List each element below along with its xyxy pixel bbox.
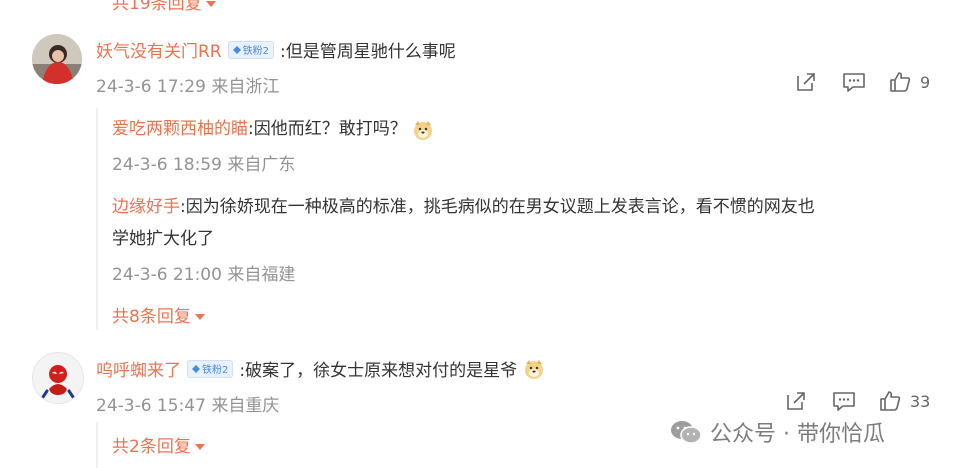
- share-icon: [797, 73, 815, 91]
- reply-time: 24-3-6 18:59: [112, 155, 222, 175]
- share-icon: [787, 392, 805, 410]
- reply-location: 来自福建: [227, 265, 296, 285]
- reply-meta: 24-3-6 18:59 来自广东: [112, 150, 295, 175]
- reply-location: 来自广东: [227, 155, 296, 175]
- comment-location: 来自浙江: [211, 77, 280, 97]
- diamond-icon: [232, 45, 241, 54]
- reply-list: 爱吃两颗西柚的瞄:因他而红？敢打吗？ 24-3-6 18:59 来自广东 边缘好…: [96, 108, 928, 330]
- like-count: 9: [920, 72, 931, 92]
- like-count: 33: [910, 391, 931, 411]
- more-replies-link[interactable]: 共2条回复: [112, 432, 205, 457]
- comment-time: 24-3-6 15:47: [96, 396, 206, 416]
- comment-header: 呜呼蜘来了 铁粉2 :破案了，徐女士原来想对付的是星爷: [96, 356, 545, 381]
- like-icon: [890, 72, 911, 92]
- comment-meta: 24-3-6 15:47 来自重庆: [96, 391, 279, 416]
- comment-icon: [833, 392, 855, 411]
- reply-author[interactable]: 爱吃两颗西柚的瞄: [112, 119, 248, 139]
- fan-badge[interactable]: 铁粉2: [227, 40, 274, 59]
- like-button[interactable]: 9: [888, 70, 930, 94]
- reply-time: 24-3-6 21:00: [112, 265, 222, 285]
- comment-header: 妖气没有关门RR 铁粉2 :但是管周星驰什么事呢: [96, 37, 456, 62]
- more-replies-link[interactable]: 共8条回复: [112, 302, 205, 327]
- avatar[interactable]: [32, 34, 82, 84]
- comment-icon: [843, 73, 865, 92]
- share-button[interactable]: [784, 389, 808, 413]
- like-icon: [880, 391, 901, 411]
- fan-badge[interactable]: 铁粉2: [187, 359, 234, 378]
- comment-text: :但是管周星驰什么事呢: [280, 42, 456, 62]
- doge-emoji: [413, 120, 432, 140]
- comment-text: :破案了，徐女士原来想对付的是星爷: [239, 361, 518, 381]
- avatar-image: [32, 34, 82, 84]
- watermark: 公众号 · 带你恰瓜: [670, 416, 885, 448]
- top-more-replies[interactable]: 共19条回复: [112, 0, 216, 14]
- avatar-image: [33, 353, 83, 403]
- comment-meta: 24-3-6 17:29 来自浙江: [96, 72, 279, 97]
- comment-location: 来自重庆: [211, 396, 280, 416]
- diamond-icon: [192, 364, 200, 373]
- reply-text: :因为徐娇现在一种极高的标准，挑毛病似的在男女议题上发表言论，看不惯的网友也: [180, 197, 815, 217]
- comment-author[interactable]: 呜呼蜘来了: [96, 356, 181, 381]
- reply-meta: 24-3-6 21:00 来自福建: [112, 260, 295, 285]
- watermark-text: 公众号 · 带你恰瓜: [710, 422, 885, 447]
- wechat-icon: [671, 421, 702, 444]
- comment-button[interactable]: [831, 389, 857, 413]
- share-button[interactable]: [794, 70, 818, 94]
- doge-emoji: [525, 359, 544, 379]
- fan-badge-label: 铁粉2: [202, 365, 229, 376]
- chevron-down-icon: [194, 314, 205, 320]
- avatar[interactable]: [32, 352, 84, 404]
- chevron-down-icon: [205, 1, 216, 7]
- reply-text: :因他而红？敢打吗？: [248, 119, 407, 139]
- chevron-down-icon: [194, 444, 205, 450]
- reply-item: 边缘好手:因为徐娇现在一种极高的标准，挑毛病似的在男女议题上发表言论，看不惯的网…: [112, 192, 815, 217]
- reply-author[interactable]: 边缘好手: [112, 197, 180, 217]
- fan-badge-label: 铁粉2: [242, 46, 269, 57]
- like-button[interactable]: 33: [878, 389, 930, 413]
- reply-text-continued: 学她扩大化了: [112, 229, 214, 249]
- reply-item: 爱吃两颗西柚的瞄:因他而红？敢打吗？: [112, 114, 434, 141]
- comment-button[interactable]: [841, 70, 867, 94]
- comment-author[interactable]: 妖气没有关门RR: [96, 37, 222, 62]
- comment-time: 24-3-6 17:29: [96, 77, 206, 97]
